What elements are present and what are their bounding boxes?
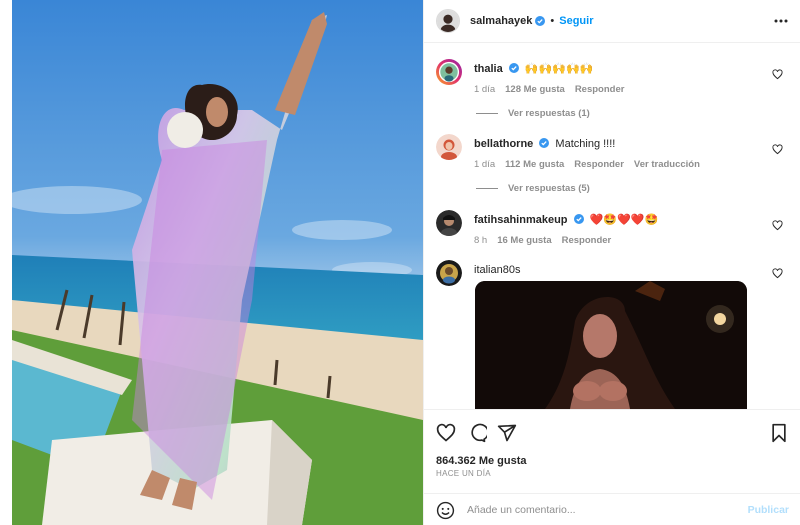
heart-icon[interactable] bbox=[772, 69, 783, 80]
comment-username[interactable]: fatihsahinmakeup bbox=[474, 214, 568, 226]
comment-text: ❤️🤩❤️❤️🤩 bbox=[589, 214, 659, 226]
reply-button[interactable]: Responder bbox=[562, 235, 612, 246]
reply-button[interactable]: Responder bbox=[575, 84, 625, 95]
more-icon[interactable] bbox=[773, 13, 789, 29]
verified-icon bbox=[539, 138, 550, 148]
view-replies-button[interactable]: Ver respuestas (1) bbox=[476, 108, 590, 119]
commenter-avatar[interactable] bbox=[436, 134, 462, 160]
post-header: salmahayek • Seguir bbox=[424, 0, 800, 43]
comment-time[interactable]: 8 h bbox=[474, 235, 487, 246]
reply-button[interactable]: Responder bbox=[574, 159, 624, 170]
comment-likes[interactable]: 128 Me gusta bbox=[505, 84, 565, 95]
view-replies-label[interactable]: Ver respuestas (5) bbox=[508, 183, 590, 194]
author-avatar[interactable] bbox=[436, 9, 460, 33]
post-time: HACE UN DÍA bbox=[436, 469, 491, 478]
comment-time[interactable]: 1 día bbox=[474, 159, 495, 170]
bookmark-icon[interactable] bbox=[769, 423, 789, 443]
left-margin bbox=[0, 0, 12, 525]
view-replies-button[interactable]: Ver respuestas (5) bbox=[476, 183, 590, 194]
translate-button[interactable]: Ver traducción bbox=[634, 159, 700, 170]
commenter-avatar[interactable] bbox=[436, 260, 462, 286]
comment-text-line: fatihsahinmakeup ❤️🤩❤️❤️🤩 bbox=[474, 213, 774, 227]
comment-icon[interactable] bbox=[467, 423, 487, 443]
heart-icon[interactable] bbox=[772, 144, 783, 155]
comment-body: bellathorne Matching !!!! 1 día 112 Me g… bbox=[474, 137, 774, 170]
comment-time[interactable]: 1 día bbox=[474, 84, 495, 95]
author-username[interactable]: salmahayek bbox=[470, 15, 532, 27]
comment-text-line: thalia 🙌🙌🙌🙌🙌 bbox=[474, 62, 774, 76]
heart-icon[interactable] bbox=[772, 268, 783, 279]
comment-meta: 1 día 112 Me gusta Responder Ver traducc… bbox=[474, 159, 774, 170]
post-photo[interactable] bbox=[12, 0, 423, 525]
comment-meta: 8 h 16 Me gusta Responder bbox=[474, 235, 774, 246]
comment-meta: 1 día 128 Me gusta Responder bbox=[474, 84, 774, 95]
comment-likes[interactable]: 16 Me gusta bbox=[497, 235, 551, 246]
comment-body: fatihsahinmakeup ❤️🤩❤️❤️🤩 8 h 16 Me gust… bbox=[474, 213, 774, 246]
comment-body: italian80s bbox=[474, 263, 774, 277]
comment-username[interactable]: bellathorne bbox=[474, 138, 533, 150]
commenter-avatar[interactable] bbox=[436, 210, 462, 236]
comment-likes[interactable]: 112 Me gusta bbox=[505, 159, 564, 170]
comment-text-line: italian80s bbox=[474, 263, 774, 277]
comment-text: 🙌🙌🙌🙌🙌 bbox=[524, 63, 594, 75]
comment-username[interactable]: thalia bbox=[474, 63, 503, 75]
emoji-icon[interactable] bbox=[436, 501, 455, 520]
separator: • bbox=[550, 15, 555, 27]
commenter-avatar[interactable] bbox=[436, 59, 462, 85]
post-side-panel: salmahayek • Seguir thalia 🙌🙌🙌🙌🙌 1 día 1… bbox=[423, 0, 800, 525]
verified-icon bbox=[573, 214, 584, 224]
heart-icon[interactable] bbox=[772, 220, 783, 231]
publish-button[interactable]: Publicar bbox=[748, 504, 789, 516]
view-replies-label[interactable]: Ver respuestas (1) bbox=[508, 108, 590, 119]
comment-body: thalia 🙌🙌🙌🙌🙌 1 día 128 Me gusta Responde… bbox=[474, 62, 774, 95]
post-actions: 864.362 Me gusta HACE UN DÍA Publicar bbox=[424, 409, 800, 525]
add-comment-bar: Publicar bbox=[424, 493, 800, 525]
comment-text-line: bellathorne Matching !!!! bbox=[474, 137, 774, 151]
comment-text: Matching !!!! bbox=[555, 138, 616, 150]
share-icon[interactable] bbox=[497, 423, 517, 443]
comment-username[interactable]: italian80s bbox=[474, 264, 520, 276]
comment-input[interactable] bbox=[467, 504, 737, 516]
verified-icon bbox=[535, 16, 546, 26]
replies-divider bbox=[476, 113, 498, 114]
replies-divider bbox=[476, 188, 498, 189]
verified-icon bbox=[508, 63, 519, 73]
comment-gif[interactable] bbox=[475, 281, 747, 409]
likes-count[interactable]: 864.362 Me gusta bbox=[436, 455, 527, 467]
heart-icon[interactable] bbox=[436, 423, 456, 443]
follow-button[interactable]: Seguir bbox=[559, 15, 593, 27]
